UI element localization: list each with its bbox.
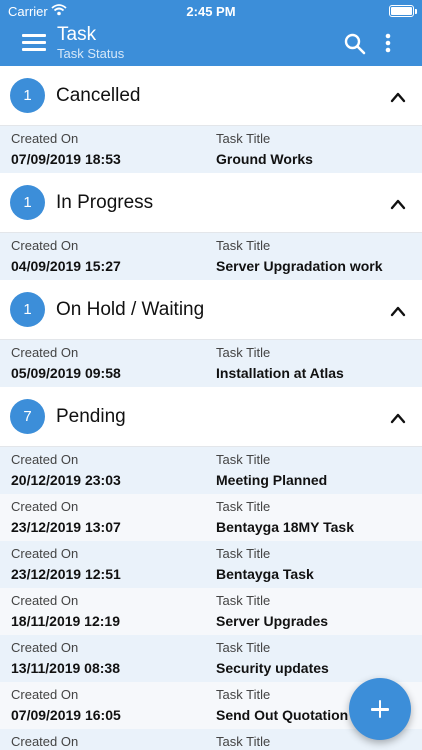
created-on-value: 05/09/2019 09:58 [11, 365, 121, 381]
created-on-value: 04/09/2019 15:27 [11, 258, 121, 274]
group-name: Cancelled [56, 85, 141, 106]
chevron-up-icon[interactable] [390, 305, 406, 317]
created-on-label: Created On [11, 499, 79, 514]
group-header[interactable]: 7 Pending [0, 387, 422, 447]
task-row[interactable]: Created On 07/09/2019 18:53 Task Title Grou… [0, 126, 422, 173]
app-bar: Carrier 2:45 PM Task Task Status [0, 0, 422, 66]
group-name: Pending [56, 406, 126, 427]
created-on-label: Created On [11, 238, 79, 253]
task-title-value: Security updates [216, 660, 329, 676]
task-row[interactable]: Created On 05/09/2019 09:58 Task Title Inst… [0, 340, 422, 387]
task-title-value: Server Upgrades [216, 613, 329, 629]
created-on-label: Created On [11, 687, 79, 702]
task-title-value: Bentayga Task [216, 566, 314, 582]
group-header[interactable]: 1 Cancelled [0, 66, 422, 126]
created-on-label: Created On [11, 546, 79, 561]
page-title: Task [57, 24, 97, 45]
created-on-value: 13/11/2019 08:38 [11, 660, 120, 676]
task-title-label: Task Title [216, 452, 271, 467]
count-badge: 1 [10, 292, 45, 327]
battery-icon [389, 5, 417, 17]
task-title-value: Bentayga 18MY Task [216, 519, 354, 535]
more-vertical-icon[interactable] [380, 31, 396, 55]
created-on-label: Created On [11, 131, 79, 146]
task-row[interactable]: Created On 23/12/2019 12:51 Task Title Bent… [0, 541, 422, 588]
search-icon[interactable] [343, 32, 367, 56]
task-title-value: Ground Works [216, 151, 313, 167]
created-on-value: 18/11/2019 12:19 [11, 613, 120, 629]
task-title-label: Task Title [216, 734, 271, 749]
chevron-up-icon[interactable] [390, 198, 406, 210]
task-title-label: Task Title [216, 640, 271, 655]
created-on-label: Created On [11, 345, 79, 360]
count-badge: 1 [10, 185, 45, 220]
task-row[interactable]: Created On 18/11/2019 12:19 Task Title Serv… [0, 588, 422, 635]
created-on-label: Created On [11, 734, 79, 749]
status-bar: Carrier 2:45 PM [0, 0, 422, 22]
group-header[interactable]: 1 In Progress [0, 173, 422, 233]
created-on-value: 20/12/2019 23:03 [11, 472, 121, 488]
chevron-up-icon[interactable] [390, 412, 406, 424]
page-subtitle: Task Status [57, 46, 125, 61]
task-title-value: Send Out Quotation [216, 707, 349, 723]
task-title-label: Task Title [216, 345, 271, 360]
chevron-up-icon[interactable] [390, 91, 406, 103]
created-on-value: 23/12/2019 13:07 [11, 519, 121, 535]
task-row[interactable]: Created On 20/12/2019 23:03 Task Title Meet… [0, 447, 422, 494]
task-row[interactable]: Created On 23/12/2019 13:07 Task Title Bent… [0, 494, 422, 541]
task-title-label: Task Title [216, 593, 271, 608]
task-status-list[interactable]: 1 Cancelled Created On 07/09/2019 18:53 Task… [0, 66, 422, 750]
task-title-value: Installation at Atlas [216, 365, 344, 381]
created-on-label: Created On [11, 593, 79, 608]
task-row[interactable]: Created On 04/09/2019 15:27 Task Title Serv… [0, 233, 422, 280]
task-title-label: Task Title [216, 546, 271, 561]
count-badge: 7 [10, 399, 45, 434]
task-title-label: Task Title [216, 131, 271, 146]
task-title-label: Task Title [216, 238, 271, 253]
group-header[interactable]: 1 On Hold / Waiting [0, 280, 422, 340]
add-task-button[interactable] [349, 678, 411, 740]
hamburger-menu-icon[interactable] [22, 32, 48, 54]
created-on-label: Created On [11, 452, 79, 467]
task-title-label: Task Title [216, 499, 271, 514]
group-name: In Progress [56, 192, 154, 213]
task-title-value: Server Upgradation work [216, 258, 383, 274]
created-on-value: 07/09/2019 18:53 [11, 151, 121, 167]
group-name: On Hold / Waiting [56, 299, 205, 320]
created-on-value: 07/09/2019 16:05 [11, 707, 121, 723]
task-row[interactable]: Created On 13/11/2019 08:38 Task Title Secu… [0, 635, 422, 682]
created-on-value: 23/12/2019 12:51 [11, 566, 121, 582]
created-on-label: Created On [11, 640, 79, 655]
count-badge: 1 [10, 78, 45, 113]
status-time: 2:45 PM [186, 4, 236, 19]
task-title-label: Task Title [216, 687, 271, 702]
task-title-value: Meeting Planned [216, 472, 328, 488]
